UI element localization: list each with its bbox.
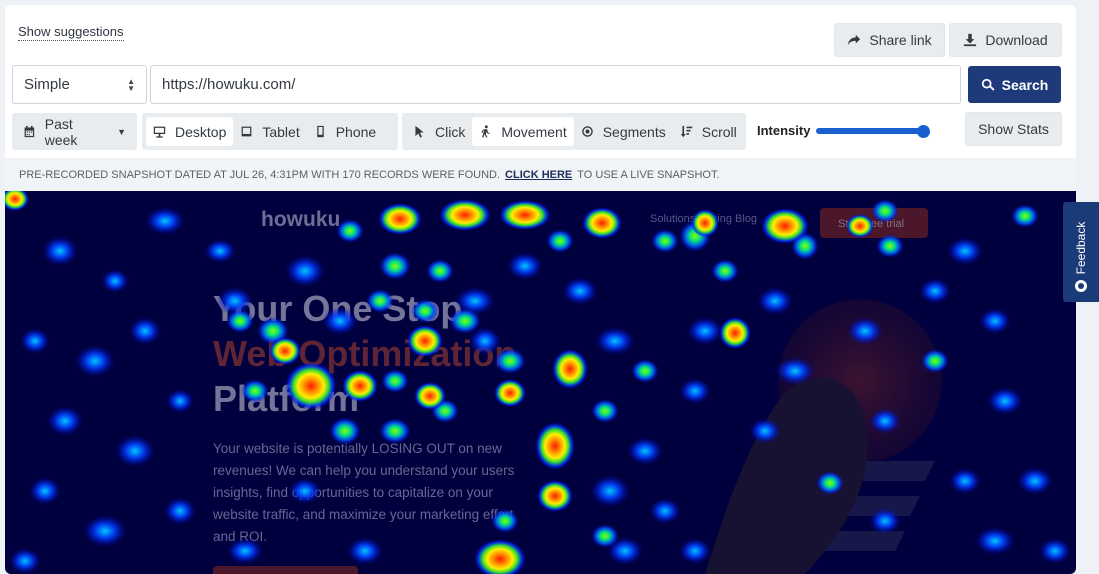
view-click[interactable]: Click: [406, 117, 472, 146]
show-stats-button[interactable]: Show Stats: [965, 112, 1062, 146]
cursor-icon: [415, 125, 424, 138]
view-segments[interactable]: Segments: [574, 117, 673, 146]
view-scroll-label: Scroll: [701, 123, 737, 140]
intensity-slider-thumb[interactable]: [917, 125, 930, 138]
date-range-label: Past week: [44, 115, 78, 148]
search-button[interactable]: Search: [968, 66, 1061, 103]
page-hero-button: [213, 566, 358, 574]
snapshot-notice-text: Pre-recorded snapshot dated at Jul 26, 4…: [19, 168, 501, 181]
search-mode-value: Simple: [24, 76, 70, 93]
page-body-line-1: Your website is potentially LOSING OUT o…: [213, 441, 502, 456]
date-range-dropdown[interactable]: Past week ▼: [12, 113, 137, 150]
page-logo: howuku: [261, 208, 340, 231]
show-stats-label: Show Stats: [978, 121, 1049, 137]
sort-icon: [680, 125, 692, 138]
target-icon: [581, 126, 593, 137]
page-body-line-2: revenues! We can help you understand you…: [213, 463, 515, 478]
phone-icon: [316, 125, 324, 138]
intensity-label: Intensity: [757, 123, 811, 138]
snapshot-notice: Pre-recorded snapshot dated at Jul 26, 4…: [5, 158, 1076, 191]
chevron-down-icon: ▼: [117, 126, 126, 137]
url-value: https://howuku.com/: [162, 76, 296, 93]
device-tablet-label: Tablet: [262, 123, 300, 140]
show-suggestions-link[interactable]: Show suggestions: [18, 24, 124, 41]
view-segments-label: Segments: [602, 123, 666, 140]
feedback-label: Feedback: [1074, 221, 1088, 275]
feedback-tab[interactable]: Feedback: [1063, 202, 1099, 302]
calendar-icon: [24, 125, 35, 138]
view-scroll[interactable]: Scroll: [673, 117, 744, 146]
download-icon: [964, 33, 977, 47]
search-label: Search: [1001, 76, 1049, 93]
tablet-icon: [241, 126, 252, 137]
page-body-line-4: website traffic, and maximize your marke…: [212, 507, 514, 522]
device-phone-label: Phone: [335, 123, 377, 140]
device-desktop-label: Desktop: [175, 123, 227, 140]
device-segmented-control: Desktop Tablet Phone: [142, 113, 398, 150]
view-movement[interactable]: Movement: [472, 117, 574, 146]
snapshot-notice-suffix: to use a live snapshot.: [577, 168, 720, 181]
desktop-icon: [153, 126, 166, 138]
device-tablet[interactable]: Tablet: [233, 117, 306, 146]
intensity-slider[interactable]: [816, 125, 930, 138]
share-icon: [848, 34, 861, 46]
heatmap-view[interactable]: howuku Solutions Pricing Blog Start free…: [5, 191, 1076, 574]
select-arrows-icon: ▲ ▼: [127, 77, 135, 93]
device-desktop[interactable]: Desktop: [146, 117, 234, 146]
heatmap-panel: Show suggestions Share link Download Sim…: [5, 5, 1076, 574]
search-mode-select[interactable]: Simple ▲ ▼: [12, 65, 147, 104]
view-click-label: Click: [435, 123, 466, 140]
date-range-button[interactable]: Past week ▼: [16, 115, 133, 148]
search-icon: [981, 78, 995, 91]
view-movement-label: Movement: [501, 123, 567, 140]
view-segmented-control: Click Movement Segments Scroll: [402, 113, 746, 150]
walking-person-icon: [481, 125, 490, 138]
share-link-label: Share link: [869, 32, 932, 48]
intensity-slider-track: [816, 128, 929, 134]
device-phone[interactable]: Phone: [307, 117, 383, 146]
download-button[interactable]: Download: [949, 23, 1062, 57]
live-snapshot-link[interactable]: Click here: [505, 169, 572, 181]
feedback-icon: [1075, 280, 1087, 292]
share-link-button[interactable]: Share link: [834, 23, 945, 57]
download-label: Download: [985, 32, 1048, 48]
url-input[interactable]: https://howuku.com/: [150, 65, 961, 104]
heatmap-canvas: howuku Solutions Pricing Blog Start free…: [5, 191, 1076, 574]
page-body-line-3: insights, find opportunities to capitali…: [213, 485, 493, 500]
